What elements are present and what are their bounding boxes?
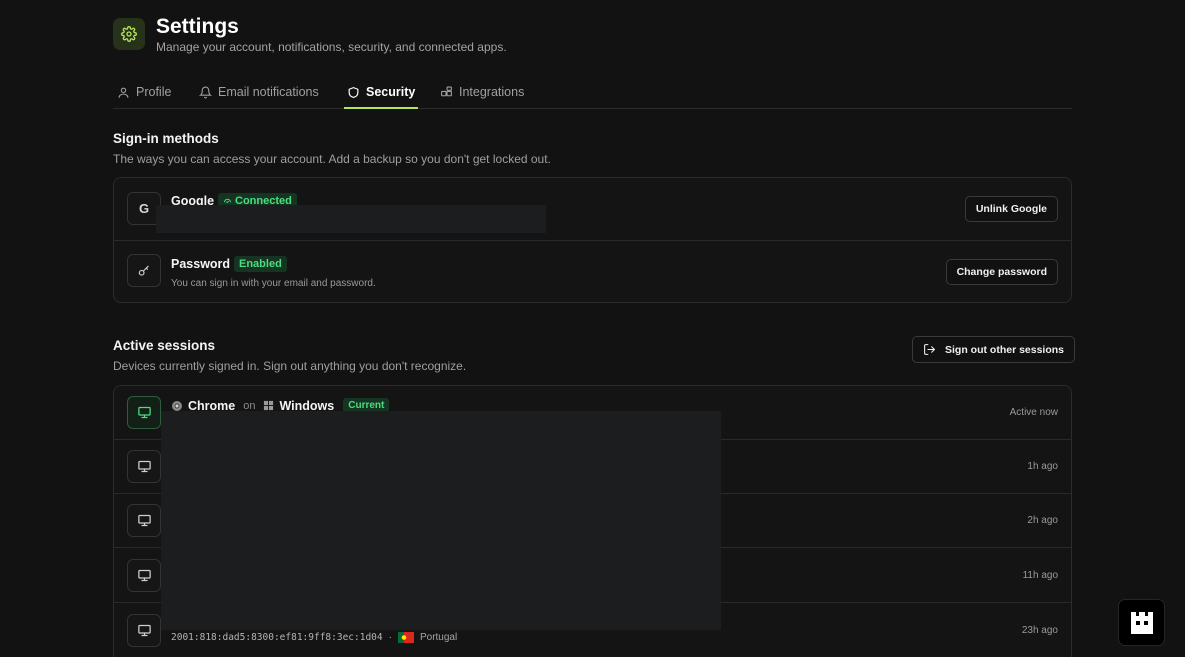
session-time: 11h ago <box>1022 570 1058 581</box>
gear-icon <box>113 18 145 50</box>
signin-methods-card: G Google Connected Unlink Google Passwor… <box>113 177 1072 303</box>
sessions-section-title: Active sessions <box>113 338 216 353</box>
session-ip: 2001:818:dad5:8300:ef81:9ff8:3ec:1d04 <box>171 632 383 643</box>
change-password-button[interactable]: Change password <box>945 259 1058 285</box>
button-label: Sign out other sessions <box>945 343 1065 356</box>
tab-security[interactable]: Security <box>344 76 419 109</box>
tab-email-notifications[interactable]: Email notifications <box>199 76 319 108</box>
sessions-card: Chrome on Windows Current Active now 1h … <box>113 385 1072 657</box>
page-title: Settings <box>156 15 239 38</box>
castle-icon <box>1130 611 1153 634</box>
status-badge: Enabled <box>234 256 287 272</box>
signin-method-password: Password Enabled You can sign in with yo… <box>114 241 1071 302</box>
redacted-area <box>161 411 721 630</box>
page-header: Settings Manage your account, notificati… <box>113 15 813 58</box>
signin-section-title: Sign-in methods <box>113 131 219 146</box>
tab-label: Integrations <box>459 85 525 99</box>
unlink-google-button[interactable]: Unlink Google <box>964 196 1058 222</box>
tab-label: Security <box>366 85 416 99</box>
tab-label: Profile <box>136 85 172 99</box>
portugal-flag-icon <box>397 632 414 643</box>
session-country: Portugal <box>419 632 458 643</box>
session-time: 1h ago <box>1027 461 1058 472</box>
sign-out-other-sessions-button[interactable]: Sign out other sessions <box>912 336 1076 363</box>
redacted-area <box>156 205 546 233</box>
signin-section-subtitle: The ways you can access your account. Ad… <box>113 152 551 166</box>
settings-tabs: Profile Email notifications Security Int… <box>113 76 1072 109</box>
session-on-text: on <box>243 399 256 412</box>
chrome-icon <box>172 400 182 411</box>
session-ip-line: 2001:818:dad5:8300:ef81:9ff8:3ec:1d04 · … <box>171 632 457 643</box>
session-time: 23h ago <box>1021 625 1058 636</box>
monitor-icon <box>127 504 161 537</box>
session-time: 2h ago <box>1027 515 1058 526</box>
windows-icon <box>264 400 274 411</box>
monitor-icon <box>127 559 161 592</box>
sessions-section-subtitle: Devices currently signed in. Sign out an… <box>113 359 467 373</box>
key-icon <box>127 254 161 287</box>
floating-widget-button[interactable] <box>1118 599 1165 646</box>
separator: · <box>388 632 392 643</box>
method-description: You can sign in with your email and pass… <box>171 278 376 289</box>
monitor-icon <box>127 450 161 483</box>
shield-icon <box>348 86 359 98</box>
badge-label: Enabled <box>239 258 282 270</box>
tab-integrations[interactable]: Integrations <box>440 76 524 108</box>
method-name: Password <box>171 257 231 271</box>
page-subtitle: Manage your account, notifications, secu… <box>156 40 507 54</box>
monitor-icon <box>127 614 161 647</box>
session-time: Active now <box>1009 407 1058 418</box>
logout-icon <box>924 344 935 355</box>
bell-icon <box>199 86 212 98</box>
user-icon <box>118 87 129 98</box>
tab-label: Email notifications <box>218 85 319 99</box>
puzzle-icon <box>441 86 452 96</box>
tab-profile[interactable]: Profile <box>117 76 171 108</box>
monitor-icon <box>127 396 161 429</box>
signin-method-google: G Google Connected Unlink Google <box>114 178 1071 241</box>
